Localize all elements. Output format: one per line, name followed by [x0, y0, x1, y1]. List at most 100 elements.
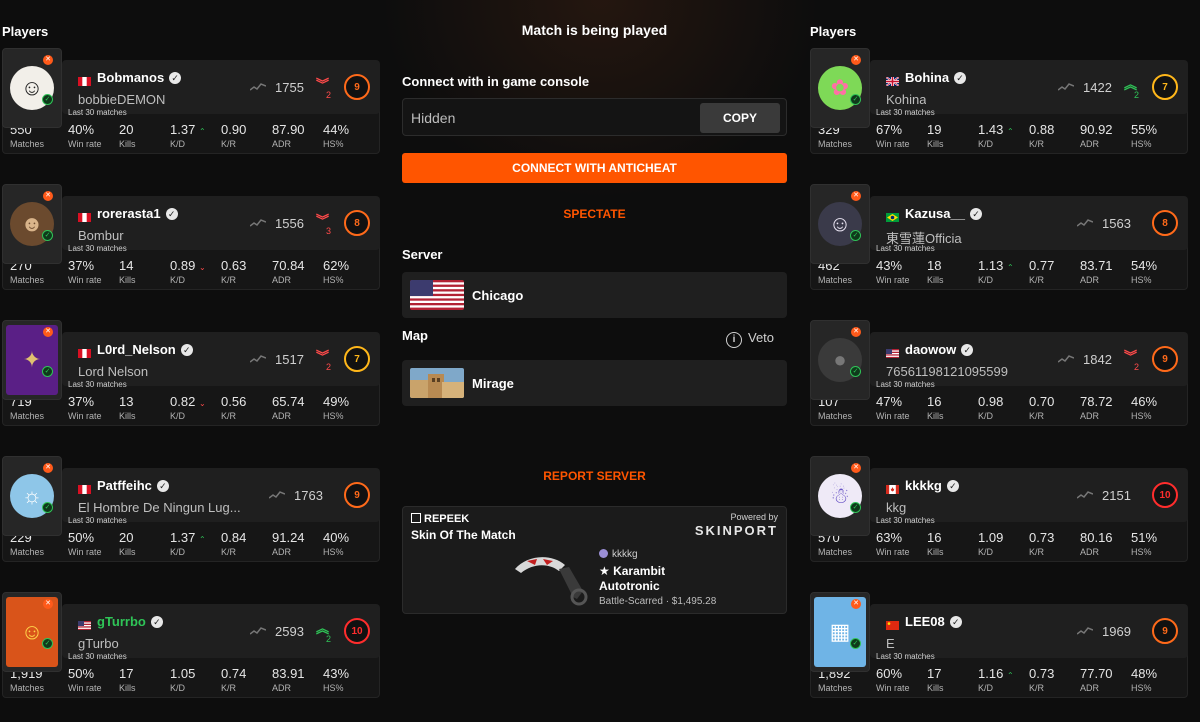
player-nickname[interactable]: LEE08 ✓ — [905, 614, 962, 629]
player-card[interactable]: Bobmanos ✓ bobbieDEMON 1755 ︾ 2 9 ☺ ✕ ✓ La… — [2, 48, 380, 154]
player-nickname[interactable]: rorerasta1 ✓ — [97, 206, 178, 221]
premium-badge-icon: ✕ — [43, 599, 53, 609]
player-card[interactable]: gTurrbo ✓ gTurbo 2593 ︽ 2 10 ☺ ✕ ✓ Last 30… — [2, 592, 380, 698]
player-subname: Kohina — [886, 92, 927, 107]
player-card[interactable]: rorerasta1 ✓ Bombur 1556 ︾ 3 8 ☻ ✕ ✓ Last … — [2, 184, 380, 290]
left-team-title: Players — [2, 24, 49, 39]
player-header[interactable]: Bobmanos ✓ bobbieDEMON 1755 ︾ 2 9 — [62, 60, 380, 114]
stat-kr: 0.88 K/R — [1029, 122, 1055, 149]
stat-kr: 0.73 K/R — [1029, 666, 1055, 693]
verified-icon: ✓ — [165, 208, 178, 220]
elo-trend-down-icon: ︾ 2 — [1124, 349, 1140, 372]
player-subname: Lord Nelson — [78, 364, 149, 379]
sponsor-name: SKINPORT — [694, 523, 778, 538]
report-server-link[interactable]: REPORT SERVER — [402, 469, 787, 483]
player-header[interactable]: Kazusa__ ✓ 東雪蓮Officia 1563 8 — [870, 196, 1188, 250]
trend-count: 2 — [326, 634, 332, 644]
stat-adr: 80.16 ADR — [1080, 530, 1113, 557]
elo-graph-icon — [250, 83, 266, 91]
last-30-label: Last 30 matches — [876, 108, 935, 117]
player-avatar[interactable]: ☺ ✕ ✓ — [810, 184, 870, 264]
player-card[interactable]: Bohina ✓ Kohina 1422 ︽ 2 7 ✿ ✕ ✓ Last 30 m… — [810, 48, 1188, 154]
player-header[interactable]: rorerasta1 ✓ Bombur 1556 ︾ 3 8 — [62, 196, 380, 250]
map-label: Map — [402, 328, 428, 343]
player-nickname[interactable]: gTurrbo ✓ — [97, 614, 163, 629]
last-30-label: Last 30 matches — [68, 108, 127, 117]
player-header[interactable]: kkkkg ✓ kkg 2151 10 — [870, 468, 1188, 522]
stat-hs: 40% HS% — [323, 530, 350, 557]
player-avatar[interactable]: ✦ ✕ ✓ — [2, 320, 62, 400]
player-avatar[interactable]: ☃ ✕ ✓ — [810, 456, 870, 536]
trend-count: 2 — [326, 90, 332, 100]
nickname-text: rorerasta1 — [97, 206, 161, 221]
player-nickname[interactable]: Kazusa__ ✓ — [905, 206, 982, 221]
premium-badge-icon: ✕ — [851, 599, 861, 609]
player-header[interactable]: Bohina ✓ Kohina 1422 ︽ 2 7 — [870, 60, 1188, 114]
peru-flag-icon — [78, 345, 91, 358]
player-card[interactable]: Kazusa__ ✓ 東雪蓮Officia 1563 8 ☺ ✕ ✓ Last 3… — [810, 184, 1188, 290]
veto-label: Veto — [748, 330, 775, 345]
player-nickname[interactable]: kkkkg ✓ — [905, 478, 959, 493]
player-nickname[interactable]: Bobmanos ✓ — [97, 70, 182, 85]
player-subname: Bombur — [78, 228, 124, 243]
spectate-link[interactable]: SPECTATE — [402, 207, 787, 221]
player-card[interactable]: L0rd_Nelson ✓ Lord Nelson 1517 ︾ 2 7 ✦ ✕ ✓… — [2, 320, 380, 426]
copy-button[interactable]: COPY — [700, 103, 780, 133]
stat-kd: 1.05 K/D — [170, 666, 196, 693]
stat-winrate: 50% Win rate — [68, 530, 102, 557]
nickname-text: LEE08 — [905, 614, 945, 629]
trend-count: 2 — [326, 362, 332, 372]
player-header[interactable]: LEE08 ✓ E 1969 9 — [870, 604, 1188, 658]
player-card[interactable]: Patffeihc ✓ El Hombre De Ningun Lug... 17… — [2, 456, 380, 562]
verified-icon: ✓ — [150, 616, 163, 628]
stat-hs: 62% HS% — [323, 258, 350, 285]
last-30-label: Last 30 matches — [876, 244, 935, 253]
player-avatar[interactable]: ☼ ✕ ✓ — [2, 456, 62, 536]
uk-flag-icon — [885, 73, 900, 87]
premium-badge-icon: ✕ — [43, 327, 53, 337]
match-status-title: Match is being played — [521, 22, 668, 38]
stat-kills: 20 Kills — [119, 530, 136, 557]
elo-trend-up-icon: ︽ 2 — [1124, 77, 1140, 100]
player-nickname[interactable]: Bohina ✓ — [905, 70, 967, 85]
player-header[interactable]: gTurrbo ✓ gTurbo 2593 ︽ 2 10 — [62, 604, 380, 658]
player-avatar[interactable]: ☺ ✕ ✓ — [2, 592, 62, 672]
verified-icon: ✓ — [969, 208, 982, 220]
elo-trend-down-icon: ︾ 2 — [316, 349, 332, 372]
player-avatar[interactable]: ▦ ✕ ✓ — [810, 592, 870, 672]
elo-graph-icon — [1058, 83, 1074, 91]
veto-link[interactable]: i Veto — [726, 330, 774, 348]
verified-icon: ✓ — [961, 344, 974, 356]
player-header[interactable]: Patffeihc ✓ El Hombre De Ningun Lug... 17… — [62, 468, 380, 522]
repeek-brand: REPEEK — [411, 513, 469, 525]
server-value: Chicago — [472, 288, 524, 303]
player-header[interactable]: L0rd_Nelson ✓ Lord Nelson 1517 ︾ 2 7 — [62, 332, 380, 386]
verified-icon: ✓ — [156, 480, 169, 492]
console-connect-field[interactable]: Hidden COPY — [402, 98, 787, 136]
player-avatar[interactable]: ☺ ✕ ✓ — [2, 48, 62, 128]
player-header[interactable]: daowow ✓ 76561198121095599 1842 ︾ 2 9 — [870, 332, 1188, 386]
canada-flag-icon — [886, 481, 899, 494]
premium-badge-icon: ✕ — [851, 327, 861, 337]
server-label: Server — [402, 247, 443, 262]
connect-anticheat-button[interactable]: CONNECT WITH ANTICHEAT — [402, 153, 787, 183]
stat-kd: 1.09 K/D — [978, 530, 1004, 557]
player-avatar[interactable]: ✿ ✕ ✓ — [810, 48, 870, 128]
player-card[interactable]: kkkkg ✓ kkg 2151 10 ☃ ✕ ✓ Last 30 matches… — [810, 456, 1188, 562]
info-icon: i — [726, 332, 742, 348]
player-avatar[interactable]: ☻ ✕ ✓ — [2, 184, 62, 264]
elo-trend-down-icon: ︾ 2 — [316, 77, 332, 100]
player-nickname[interactable]: L0rd_Nelson ✓ — [97, 342, 193, 357]
skin-of-the-match-card[interactable]: REPEEK Skin Of The Match Powered by SKIN… — [402, 506, 787, 614]
anticheat-shield-icon: ✓ — [42, 638, 53, 649]
stat-kr: 0.77 K/R — [1029, 258, 1055, 285]
verified-icon: ✓ — [949, 616, 962, 628]
player-nickname[interactable]: Patffeihc ✓ — [97, 478, 169, 493]
player-avatar[interactable]: ● ✕ ✓ — [810, 320, 870, 400]
stat-adr: 90.92 ADR — [1080, 122, 1113, 149]
player-nickname[interactable]: daowow ✓ — [905, 342, 974, 357]
stat-winrate: 60% Win rate — [876, 666, 910, 693]
stat-kd: 1.13 ⌃ K/D — [978, 258, 1014, 285]
player-card[interactable]: LEE08 ✓ E 1969 9 ▦ ✕ ✓ Last 30 matches 1,… — [810, 592, 1188, 698]
player-card[interactable]: daowow ✓ 76561198121095599 1842 ︾ 2 9 ● ✕ … — [810, 320, 1188, 426]
